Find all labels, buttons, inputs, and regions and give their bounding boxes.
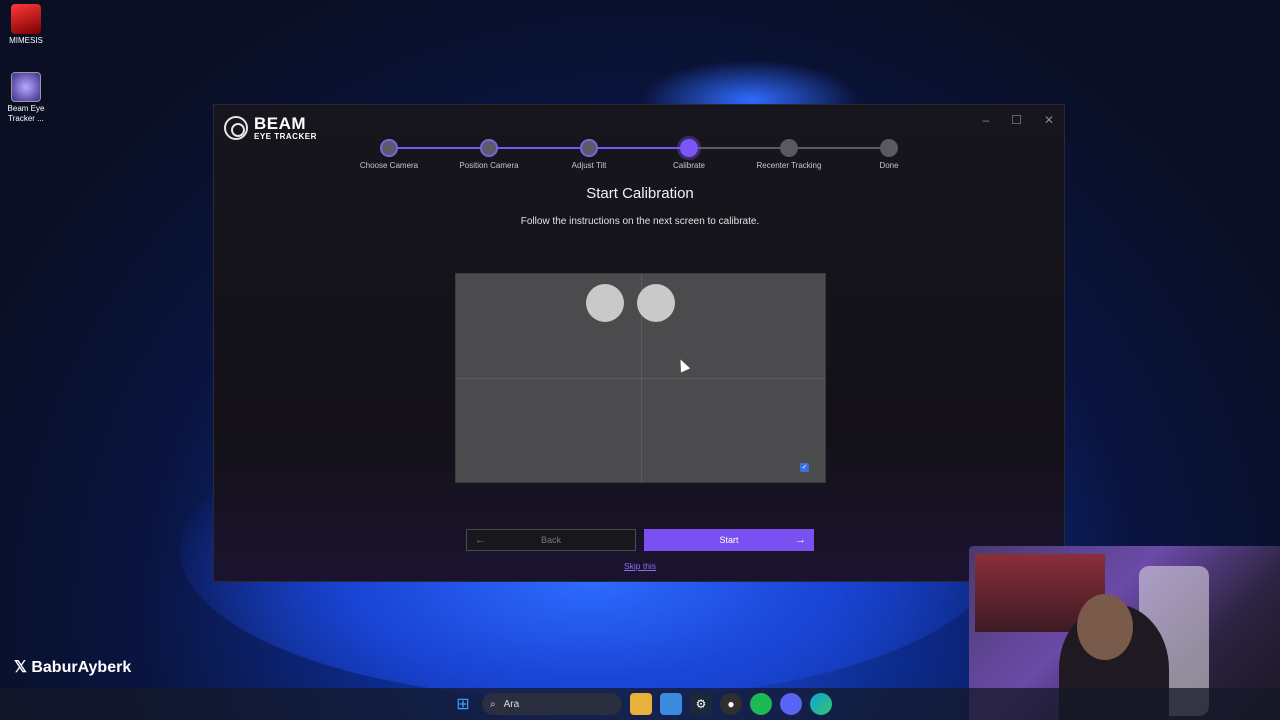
desktop-icon-beam[interactable]: Beam Eye Tracker ... — [6, 72, 46, 124]
obs-icon[interactable]: ● — [720, 693, 742, 715]
check-icon: ✓ — [800, 463, 809, 472]
step-recenter-tracking: Recenter Tracking — [744, 139, 834, 170]
back-button-label: Back — [540, 535, 561, 545]
step-label: Recenter Tracking — [756, 161, 822, 170]
app-logo: BEAM EYE TRACKER — [224, 115, 317, 141]
desktop-icon-label: Beam Eye Tracker ... — [7, 104, 45, 123]
minimize-button[interactable]: – — [982, 113, 989, 127]
arrow-right-icon: → — [795, 534, 806, 546]
step-position-camera: Position Camera — [444, 139, 534, 170]
webcam-head — [1077, 594, 1133, 660]
social-handle: BaburAyberk — [31, 659, 132, 676]
window-controls: – ☐ ✕ — [982, 113, 1054, 127]
step-calibrate: Calibrate — [644, 139, 734, 170]
taskbar: ⊞ ⌕ Ara ⚙ ● — [0, 688, 1280, 720]
progress-stepper: Choose Camera Position Camera Adjust Til… — [360, 139, 899, 175]
step-label: Adjust Tilt — [571, 161, 607, 170]
game-icon — [11, 4, 41, 34]
x-logo-icon: 𝕏 — [14, 659, 32, 676]
page-subtitle: Follow the instructions on the next scre… — [520, 216, 760, 227]
step-choose-camera: Choose Camera — [344, 139, 434, 170]
photos-icon[interactable] — [660, 693, 682, 715]
calibration-preview: ✓ — [455, 273, 826, 483]
step-dot — [780, 139, 798, 157]
step-dot — [680, 139, 698, 157]
discord-icon[interactable] — [780, 693, 802, 715]
step-label: Done — [879, 161, 899, 170]
step-dot — [880, 139, 898, 157]
maximize-button[interactable]: ☐ — [1011, 113, 1022, 127]
logo-title: BEAM — [254, 114, 307, 133]
search-icon: ⌕ — [490, 698, 496, 710]
arrow-left-icon: ← — [475, 534, 486, 546]
desktop-icon-label: MIMESIS — [9, 36, 43, 45]
windows-start-icon[interactable]: ⊞ — [452, 693, 474, 715]
page-title: Start Calibration — [586, 185, 694, 202]
eye-marker-right — [637, 284, 675, 322]
back-button[interactable]: ← Back — [466, 529, 636, 551]
close-button[interactable]: ✕ — [1044, 113, 1054, 127]
start-button[interactable]: Start → — [644, 529, 814, 551]
taskbar-search[interactable]: ⌕ Ara — [482, 693, 622, 715]
file-explorer-icon[interactable] — [630, 693, 652, 715]
step-label: Position Camera — [459, 161, 519, 170]
step-dot — [480, 139, 498, 157]
spotify-icon[interactable] — [750, 693, 772, 715]
social-watermark: 𝕏 BaburAyberk — [14, 657, 131, 677]
edge-icon[interactable] — [810, 693, 832, 715]
step-adjust-tilt: Adjust Tilt — [544, 139, 634, 170]
desktop-icon-mimesis[interactable]: MIMESIS — [6, 4, 46, 46]
beam-icon — [11, 72, 41, 102]
steam-icon[interactable]: ⚙ — [690, 693, 712, 715]
step-dot — [380, 139, 398, 157]
search-placeholder: Ara — [503, 698, 520, 710]
eye-marker-left — [586, 284, 624, 322]
beam-logo-icon — [224, 116, 248, 140]
step-dot — [580, 139, 598, 157]
step-label: Choose Camera — [359, 161, 419, 170]
logo-subtitle: EYE TRACKER — [254, 132, 317, 141]
start-button-label: Start — [719, 535, 739, 545]
skip-link[interactable]: Skip this — [214, 561, 1066, 571]
step-label: Calibrate — [672, 161, 705, 170]
step-done: Done — [844, 139, 934, 170]
beam-eye-tracker-window: BEAM EYE TRACKER – ☐ ✕ Choose Camera Pos… — [213, 104, 1065, 582]
